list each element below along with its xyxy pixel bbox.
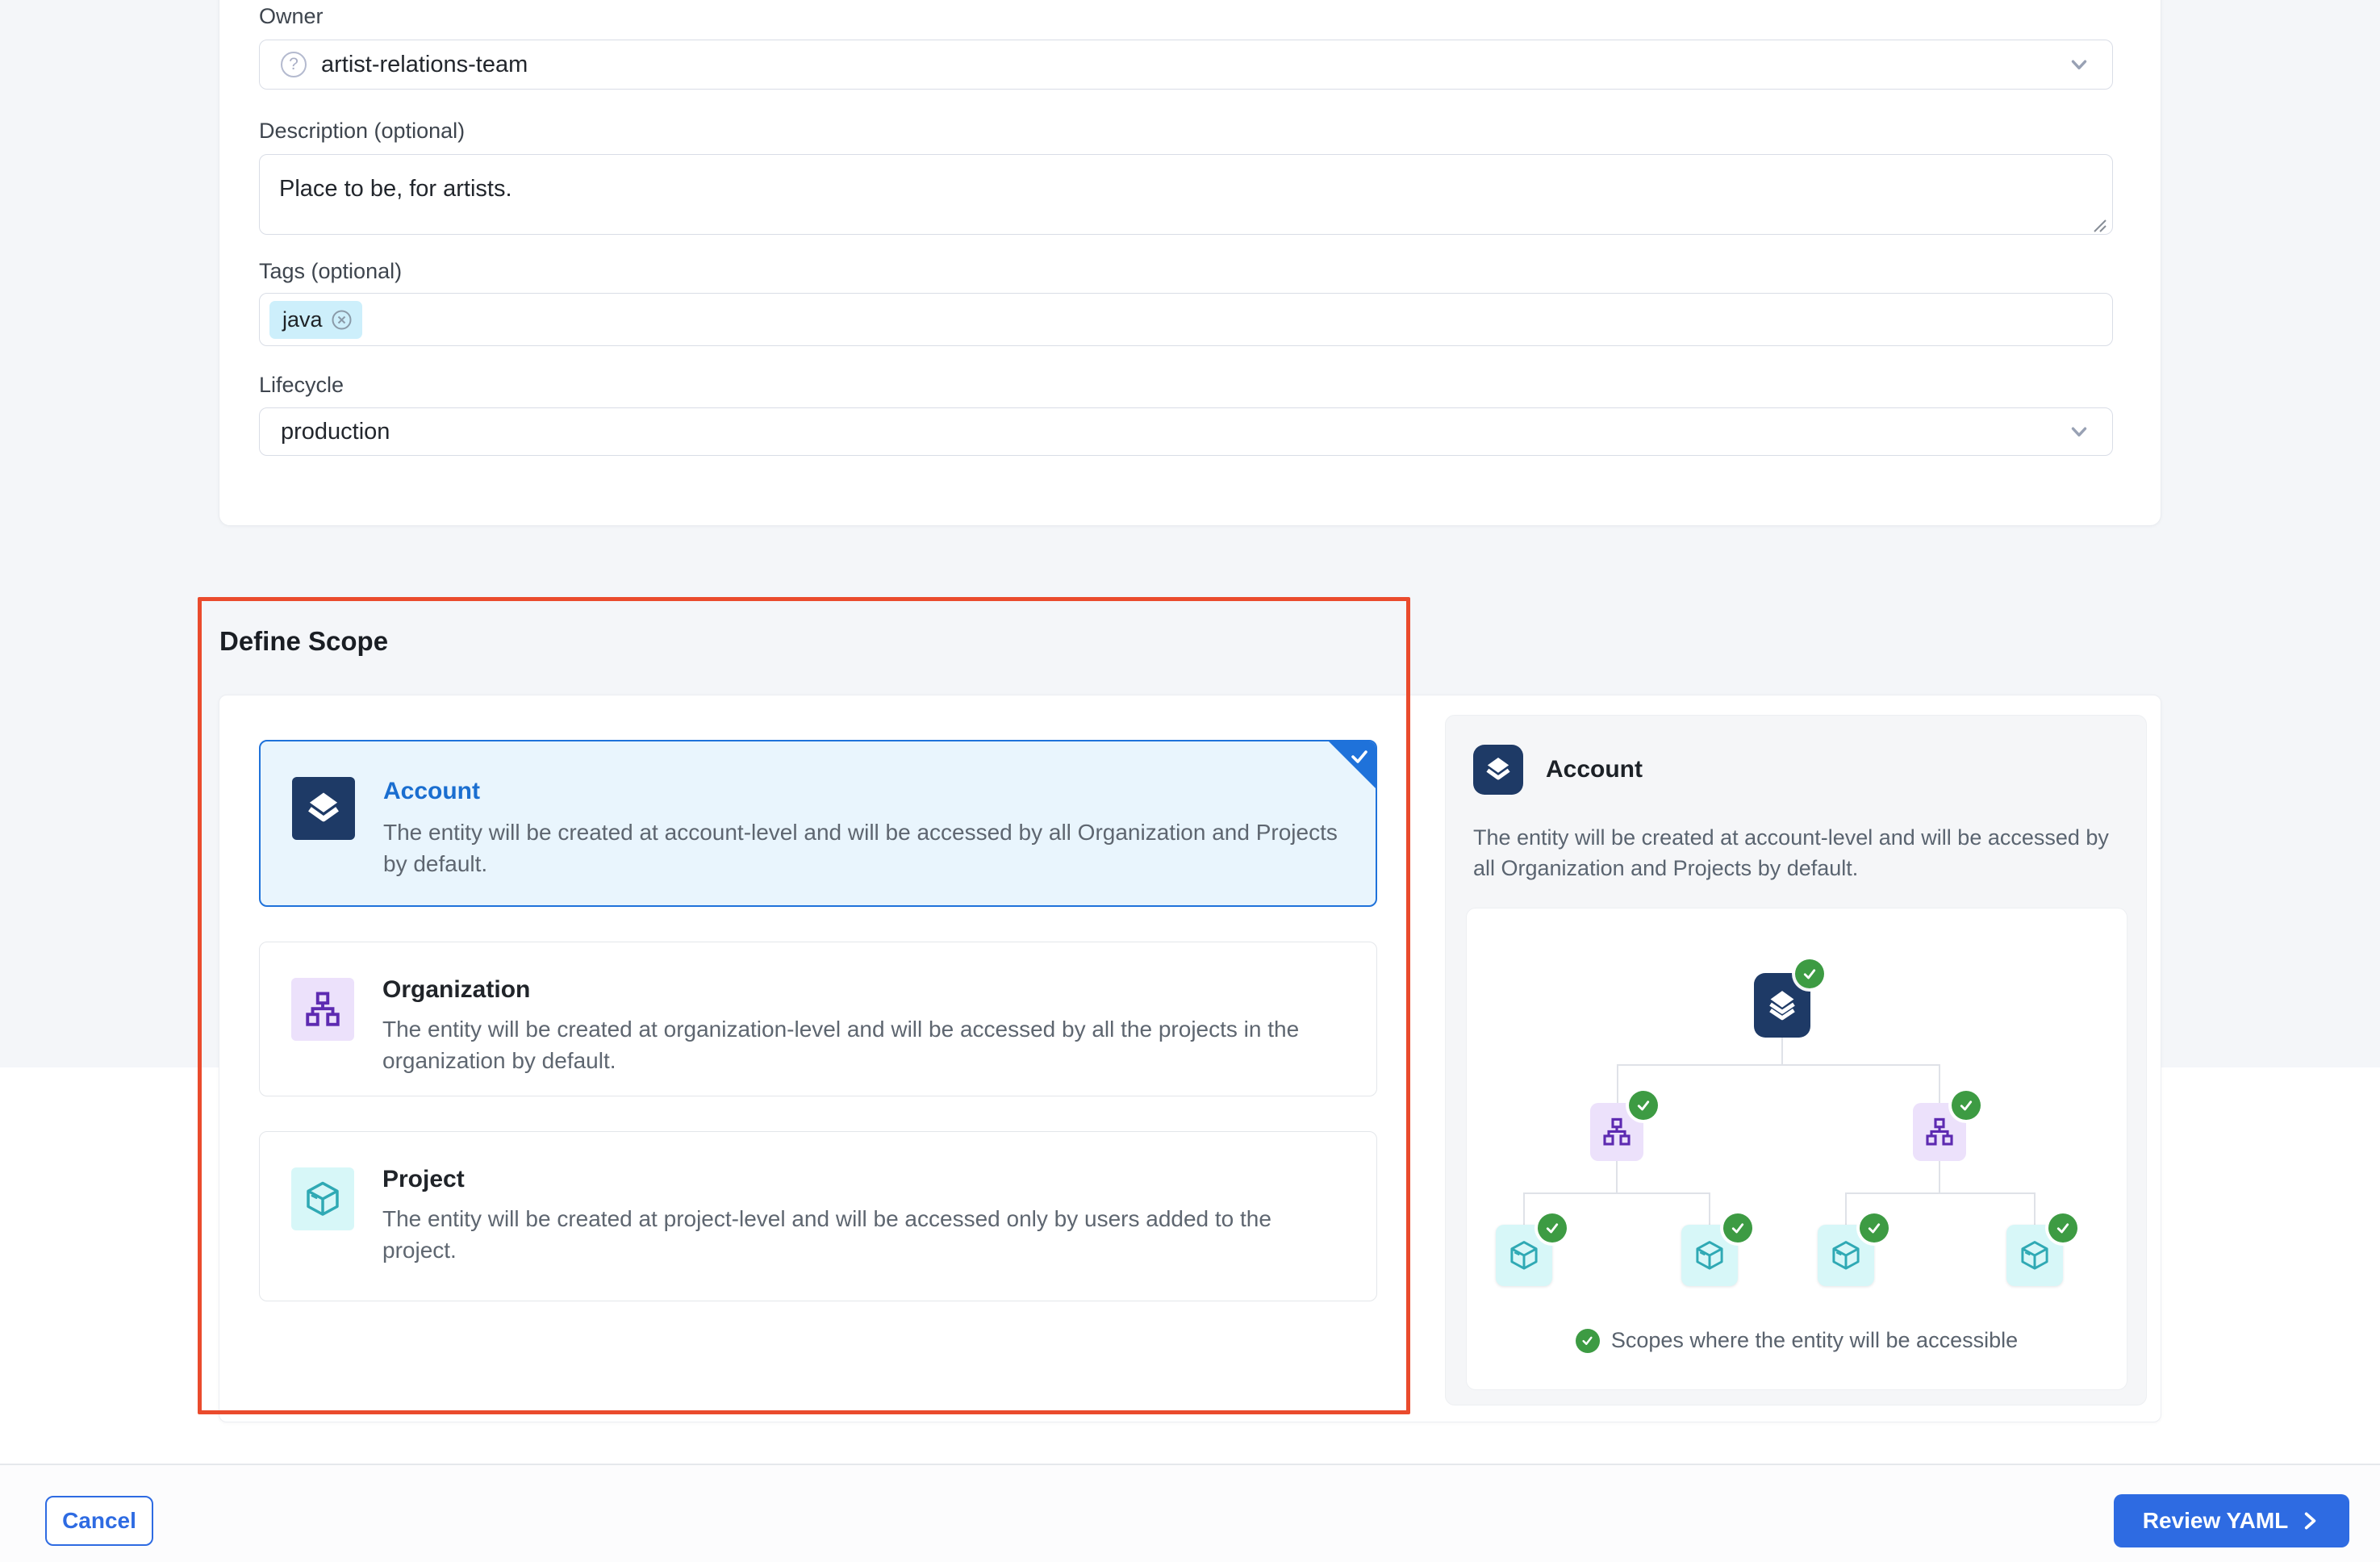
define-scope-panel: Account The entity will be created at ac… (219, 695, 2161, 1422)
connector-line (1523, 1192, 1525, 1225)
scope-option-description: The entity will be created at organizati… (382, 1013, 1334, 1076)
connector-line (1523, 1192, 1710, 1194)
description-textarea[interactable]: Place to be, for artists. (259, 154, 2113, 235)
cancel-button[interactable]: Cancel (45, 1496, 153, 1546)
project-cube-icon (1507, 1238, 1541, 1272)
tags-input[interactable]: java (259, 293, 2113, 346)
entity-details-card: Owner ? artist-relations-team Descriptio… (219, 0, 2161, 526)
define-scope-heading: Define Scope (219, 626, 388, 657)
project-cube-icon (2018, 1238, 2052, 1272)
preview-title: Account (1546, 756, 1643, 783)
check-badge-icon (2048, 1213, 2077, 1242)
scope-preview-panel: Account The entity will be created at ac… (1445, 715, 2147, 1405)
tags-label: Tags (optional) (259, 259, 402, 284)
organization-chart-icon (1923, 1116, 1956, 1148)
scope-tree-diagram: Scopes where the entity will be accessib… (1466, 908, 2127, 1390)
connector-line (1709, 1192, 1710, 1225)
organization-chart-icon (291, 978, 354, 1041)
check-badge-icon (1723, 1213, 1752, 1242)
scope-option-title: Project (382, 1166, 465, 1193)
diagram-caption-text: Scopes where the entity will be accessib… (1611, 1328, 2018, 1353)
connector-line (1616, 1161, 1618, 1193)
diagram-caption: Scopes where the entity will be accessib… (1467, 1328, 2127, 1353)
lifecycle-label: Lifecycle (259, 373, 344, 398)
scope-option-project[interactable]: Project The entity will be created at pr… (259, 1131, 1377, 1301)
connector-line (1939, 1064, 1940, 1103)
owner-value: artist-relations-team (321, 52, 528, 78)
connector-line (1845, 1192, 2036, 1194)
scope-option-account[interactable]: Account The entity will be created at ac… (259, 740, 1377, 907)
connector-line (1617, 1064, 1940, 1066)
description-label: Description (optional) (259, 119, 465, 144)
account-layers-icon (1764, 988, 1800, 1023)
preview-description: The entity will be created at account-le… (1473, 822, 2127, 883)
owner-select[interactable]: ? artist-relations-team (259, 40, 2113, 90)
connector-line (2034, 1192, 2036, 1225)
check-badge-icon (1860, 1213, 1889, 1242)
chevron-down-icon (2067, 52, 2091, 77)
chevron-down-icon (2067, 420, 2091, 444)
scope-option-title: Organization (382, 976, 530, 1004)
connector-line (1939, 1161, 1940, 1193)
connector-line (1781, 1038, 1783, 1065)
chevron-right-icon (2299, 1510, 2320, 1531)
project-cube-icon (1829, 1238, 1863, 1272)
lifecycle-select[interactable]: production (259, 407, 2113, 456)
create-entity-page: Owner ? artist-relations-team Descriptio… (0, 0, 2380, 1562)
resize-handle-icon[interactable] (2089, 215, 2108, 234)
check-badge-icon (1795, 959, 1824, 988)
description-field-wrap: Place to be, for artists. (259, 154, 2113, 239)
scope-option-organization[interactable]: Organization The entity will be created … (259, 942, 1377, 1096)
tag-chip-label: java (282, 307, 323, 332)
check-badge-icon (1952, 1091, 1981, 1120)
help-icon: ? (281, 52, 307, 77)
scope-option-title: Account (383, 778, 480, 805)
connector-line (1617, 1064, 1618, 1103)
project-cube-icon (291, 1167, 354, 1230)
scope-option-description: The entity will be created at project-le… (382, 1203, 1318, 1266)
lifecycle-value: production (281, 419, 390, 445)
selected-check-icon (1348, 746, 1371, 768)
check-badge-icon (1576, 1329, 1600, 1353)
owner-label: Owner (259, 4, 324, 29)
connector-line (1845, 1192, 1847, 1225)
review-yaml-label: Review YAML (2143, 1508, 2289, 1534)
organization-chart-icon (1601, 1116, 1633, 1148)
footer-bar (0, 1465, 2380, 1562)
account-layers-icon (1473, 745, 1523, 795)
scope-option-description: The entity will be created at account-le… (383, 816, 1343, 879)
review-yaml-button[interactable]: Review YAML (2114, 1494, 2349, 1547)
account-layers-icon (292, 777, 355, 840)
project-cube-icon (1693, 1238, 1727, 1272)
check-badge-icon (1538, 1213, 1567, 1242)
remove-tag-icon[interactable] (331, 309, 353, 331)
tag-chip: java (269, 301, 362, 339)
check-badge-icon (1629, 1091, 1658, 1120)
